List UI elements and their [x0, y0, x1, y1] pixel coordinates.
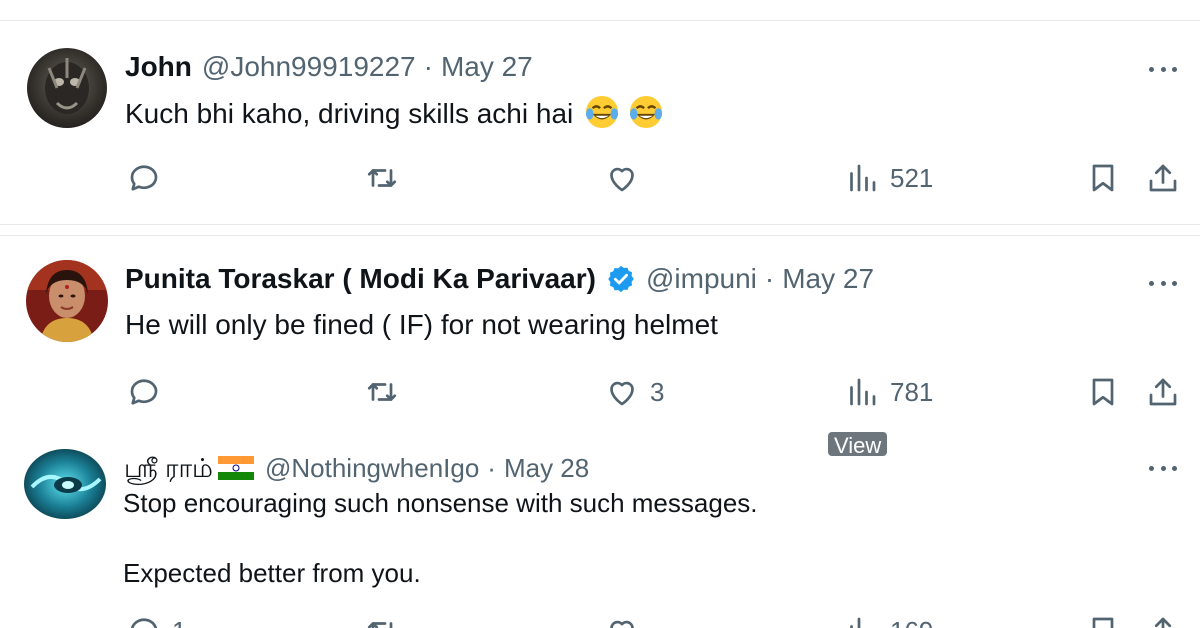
retweet-icon: [367, 622, 393, 628]
india-flag-icon: [217, 456, 254, 480]
share-button[interactable]: [1145, 160, 1181, 196]
retweet-button[interactable]: [364, 374, 400, 410]
tweet-header: Punita Toraskar ( Modi Ka Parivaar) @imp…: [125, 262, 874, 296]
bookmark-button[interactable]: [1085, 613, 1121, 628]
share-button[interactable]: [1145, 374, 1181, 410]
reply-icon: [130, 165, 158, 191]
tweet-date[interactable]: May 27: [441, 50, 533, 84]
heart-icon: [610, 620, 634, 628]
face-with-tears-of-joy-icon: [629, 95, 662, 129]
heart-icon: [610, 381, 634, 406]
views-button[interactable]: 781: [844, 374, 933, 410]
heart-icon: [610, 167, 634, 192]
views-button[interactable]: 521: [844, 160, 933, 196]
avatar[interactable]: [24, 449, 106, 519]
reply-icon: [130, 618, 158, 628]
separator-dot: ·: [487, 453, 496, 483]
tweet-text: Kuch bhi kaho, driving skills achi hai: [125, 95, 663, 131]
like-button[interactable]: [604, 613, 640, 628]
analytics-icon: [850, 378, 876, 406]
avatar[interactable]: [26, 260, 108, 342]
tweet-text-line-1: Stop encouraging such nonsense with such…: [123, 488, 758, 518]
separator-dot: ·: [764, 263, 775, 294]
views-count: 521: [890, 162, 934, 193]
like-button[interactable]: 3: [604, 374, 664, 410]
author-handle[interactable]: @NothingwhenIgo: [265, 451, 479, 485]
bookmark-icon: [1092, 617, 1114, 628]
tweet-text-line-2: Expected better from you.: [123, 558, 421, 588]
more-options-icon[interactable]: [1143, 273, 1183, 293]
tweet-date[interactable]: May 28: [504, 451, 589, 485]
face-with-tears-of-joy-icon: [585, 95, 619, 129]
share-button[interactable]: [1145, 613, 1181, 628]
tweet-header: John @John99919227 · May 27: [125, 50, 533, 84]
views-count: 781: [890, 376, 934, 407]
retweet-button[interactable]: [364, 160, 400, 196]
analytics-icon: [850, 164, 876, 192]
like-button[interactable]: [604, 160, 640, 196]
share-icon: [1149, 164, 1177, 192]
retweet-icon: [367, 169, 397, 187]
tweet-header: ஸ்ரீ ராம் @NothingwhenIgo · May 28: [124, 451, 589, 485]
more-options-icon[interactable]: [1143, 59, 1183, 79]
tweet-1[interactable]: John @John99919227 · May 27 Kuch bhi kah…: [0, 21, 1200, 223]
author-handle[interactable]: @impuni: [646, 262, 757, 296]
author-name[interactable]: John: [125, 50, 192, 84]
tweet-2[interactable]: Punita Toraskar ( Modi Ka Parivaar) @imp…: [0, 236, 1200, 432]
tweet-date[interactable]: May 27: [782, 262, 874, 296]
author-name[interactable]: ஸ்ரீ ராம்: [124, 451, 213, 485]
likes-count: 3: [650, 376, 665, 407]
tweet-text: He will only be fined ( IF) for not wear…: [125, 309, 718, 340]
retweet-icon: [367, 383, 397, 401]
tweet-3[interactable]: ஸ்ரீ ராம் @NothingwhenIgo · May 28 Stop …: [0, 432, 1200, 628]
bookmark-icon: [1092, 378, 1114, 406]
tweet-divider: [0, 224, 1200, 225]
bookmark-button[interactable]: [1085, 374, 1121, 410]
reply-button[interactable]: [126, 374, 162, 410]
analytics-icon: [850, 617, 861, 628]
reply-count: 1: [172, 616, 186, 628]
avatar[interactable]: [27, 48, 107, 128]
views-count: 169: [890, 616, 933, 628]
reply-button[interactable]: [126, 160, 162, 196]
more-options-icon[interactable]: [1143, 458, 1183, 478]
verified-badge-icon: [606, 264, 636, 294]
author-handle[interactable]: @John99919227: [202, 50, 416, 84]
separator-dot: ·: [423, 51, 433, 82]
views-button[interactable]: 169: [844, 613, 933, 628]
share-icon: [1149, 378, 1177, 406]
bookmark-icon: [1092, 164, 1114, 192]
reply-button[interactable]: 1: [126, 613, 186, 628]
bookmark-button[interactable]: [1085, 160, 1121, 196]
retweet-button[interactable]: [364, 613, 400, 628]
share-icon: [1154, 617, 1172, 628]
tweet-text-content: Kuch bhi kaho, driving skills achi hai: [125, 98, 574, 129]
author-name[interactable]: Punita Toraskar ( Modi Ka Parivaar): [125, 262, 596, 296]
reply-icon: [130, 379, 158, 405]
